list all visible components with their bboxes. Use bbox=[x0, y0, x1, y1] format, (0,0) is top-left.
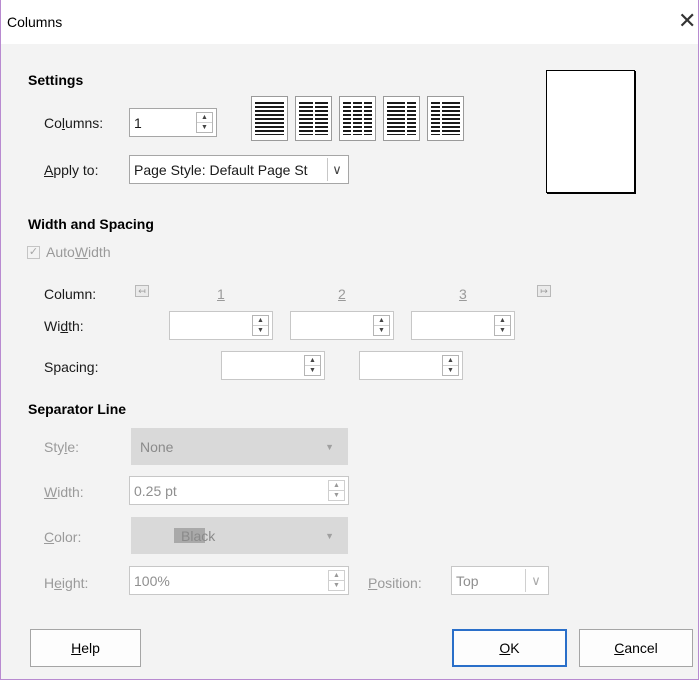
position-value: Top bbox=[456, 572, 479, 589]
spin-up-icon[interactable]: ▲ bbox=[495, 316, 510, 326]
width-1-spin-buttons[interactable]: ▲ ▼ bbox=[252, 315, 269, 336]
columns-value: 1 bbox=[134, 114, 142, 131]
color-value: Black bbox=[181, 527, 216, 544]
page-preview bbox=[546, 70, 635, 193]
color-label: Color: bbox=[44, 529, 82, 545]
separator-heading: Separator Line bbox=[28, 401, 127, 417]
columns-dialog: Columns ✕ Settings Columns: 1 ▲ ▼ Apply … bbox=[0, 0, 699, 680]
position-label: Position: bbox=[368, 575, 422, 591]
nav-right-icon[interactable]: ↦ bbox=[537, 285, 551, 297]
column-label: Column: bbox=[44, 286, 97, 302]
separator-width-field[interactable]: 0.25 pt ▲ ▼ bbox=[129, 476, 349, 505]
autowidth-checkbox[interactable]: ✓ bbox=[27, 246, 40, 259]
spin-up-icon[interactable]: ▲ bbox=[329, 481, 344, 491]
spin-up-icon[interactable]: ▲ bbox=[374, 316, 389, 326]
dialog-title: Columns bbox=[7, 14, 63, 30]
separator-width-value: 0.25 pt bbox=[134, 482, 177, 499]
help-button[interactable]: Help bbox=[30, 629, 141, 667]
spin-up-icon[interactable]: ▲ bbox=[305, 356, 320, 366]
dropdown-arrow-icon: ▼ bbox=[325, 441, 334, 452]
title-bar: Columns ✕ bbox=[1, 0, 698, 44]
cancel-button[interactable]: Cancel bbox=[579, 629, 693, 667]
settings-heading: Settings bbox=[28, 72, 84, 88]
spin-down-icon[interactable]: ▼ bbox=[374, 326, 389, 336]
spin-up-icon[interactable]: ▲ bbox=[197, 113, 212, 123]
spin-up-icon[interactable]: ▲ bbox=[329, 571, 344, 581]
style-value: None bbox=[140, 438, 174, 455]
spin-down-icon[interactable]: ▼ bbox=[197, 123, 212, 133]
dropdown-arrow-icon: ▼ bbox=[325, 530, 334, 541]
apply-to-select[interactable]: Page Style: Default Page St ∨ bbox=[129, 155, 349, 184]
spin-up-icon[interactable]: ▲ bbox=[443, 356, 458, 366]
height-value: 100% bbox=[134, 572, 170, 589]
column-2-header: 2 bbox=[338, 286, 346, 302]
width-2-spin-buttons[interactable]: ▲ ▼ bbox=[373, 315, 390, 336]
spin-up-icon[interactable]: ▲ bbox=[253, 316, 268, 326]
width-3-spin-buttons[interactable]: ▲ ▼ bbox=[494, 315, 511, 336]
autowidth-label: AutoWidth bbox=[46, 244, 111, 260]
height-field[interactable]: 100% ▲ ▼ bbox=[129, 566, 349, 595]
color-dropdown[interactable]: Black ▼ bbox=[131, 517, 348, 554]
spin-down-icon[interactable]: ▼ bbox=[329, 491, 344, 501]
spacing-2-field[interactable]: ▲ ▼ bbox=[359, 351, 463, 380]
preset-right-larger[interactable] bbox=[427, 96, 464, 141]
spacing-2-spin-buttons[interactable]: ▲ ▼ bbox=[442, 355, 459, 376]
spin-down-icon[interactable]: ▼ bbox=[253, 326, 268, 336]
nav-left-icon[interactable]: ↤ bbox=[135, 285, 149, 297]
chevron-down-icon[interactable]: ∨ bbox=[327, 158, 346, 181]
chevron-down-icon[interactable]: ∨ bbox=[525, 569, 546, 592]
preset-left-larger[interactable] bbox=[383, 96, 420, 141]
height-spin[interactable]: ▲ ▼ bbox=[328, 570, 345, 591]
apply-to-label: Apply to: bbox=[44, 162, 99, 178]
spacing-1-field[interactable]: ▲ ▼ bbox=[221, 351, 325, 380]
spacing-1-spin-buttons[interactable]: ▲ ▼ bbox=[304, 355, 321, 376]
spacing-label: Spacing: bbox=[44, 359, 99, 375]
spin-down-icon[interactable]: ▼ bbox=[305, 366, 320, 376]
spin-down-icon[interactable]: ▼ bbox=[495, 326, 510, 336]
apply-to-value: Page Style: Default Page St bbox=[134, 161, 308, 178]
position-select[interactable]: Top ∨ bbox=[451, 566, 549, 595]
ok-button[interactable]: OK bbox=[452, 629, 567, 667]
column-3-header: 3 bbox=[459, 286, 467, 302]
columns-spin-buttons[interactable]: ▲ ▼ bbox=[196, 112, 213, 133]
width-column-2-field[interactable]: ▲ ▼ bbox=[290, 311, 394, 340]
width-column-3-field[interactable]: ▲ ▼ bbox=[411, 311, 515, 340]
columns-spinfield[interactable]: 1 ▲ ▼ bbox=[129, 108, 217, 137]
separator-width-label: Width: bbox=[44, 484, 84, 500]
style-dropdown[interactable]: None ▼ bbox=[131, 428, 348, 465]
close-icon[interactable]: ✕ bbox=[678, 10, 698, 32]
spin-down-icon[interactable]: ▼ bbox=[329, 581, 344, 591]
height-label: Height: bbox=[44, 575, 89, 591]
preset-two-columns[interactable] bbox=[295, 96, 332, 141]
width-label: Width: bbox=[44, 318, 84, 334]
width-spacing-heading: Width and Spacing bbox=[28, 216, 154, 232]
spin-down-icon[interactable]: ▼ bbox=[443, 366, 458, 376]
column-1-header: 1 bbox=[217, 286, 225, 302]
preset-three-columns[interactable] bbox=[339, 96, 376, 141]
separator-width-spin[interactable]: ▲ ▼ bbox=[328, 480, 345, 501]
columns-label: Columns: bbox=[44, 115, 104, 131]
preset-one-column[interactable] bbox=[251, 96, 288, 141]
style-label: Style: bbox=[44, 439, 80, 455]
width-column-1-field[interactable]: ▲ ▼ bbox=[169, 311, 273, 340]
